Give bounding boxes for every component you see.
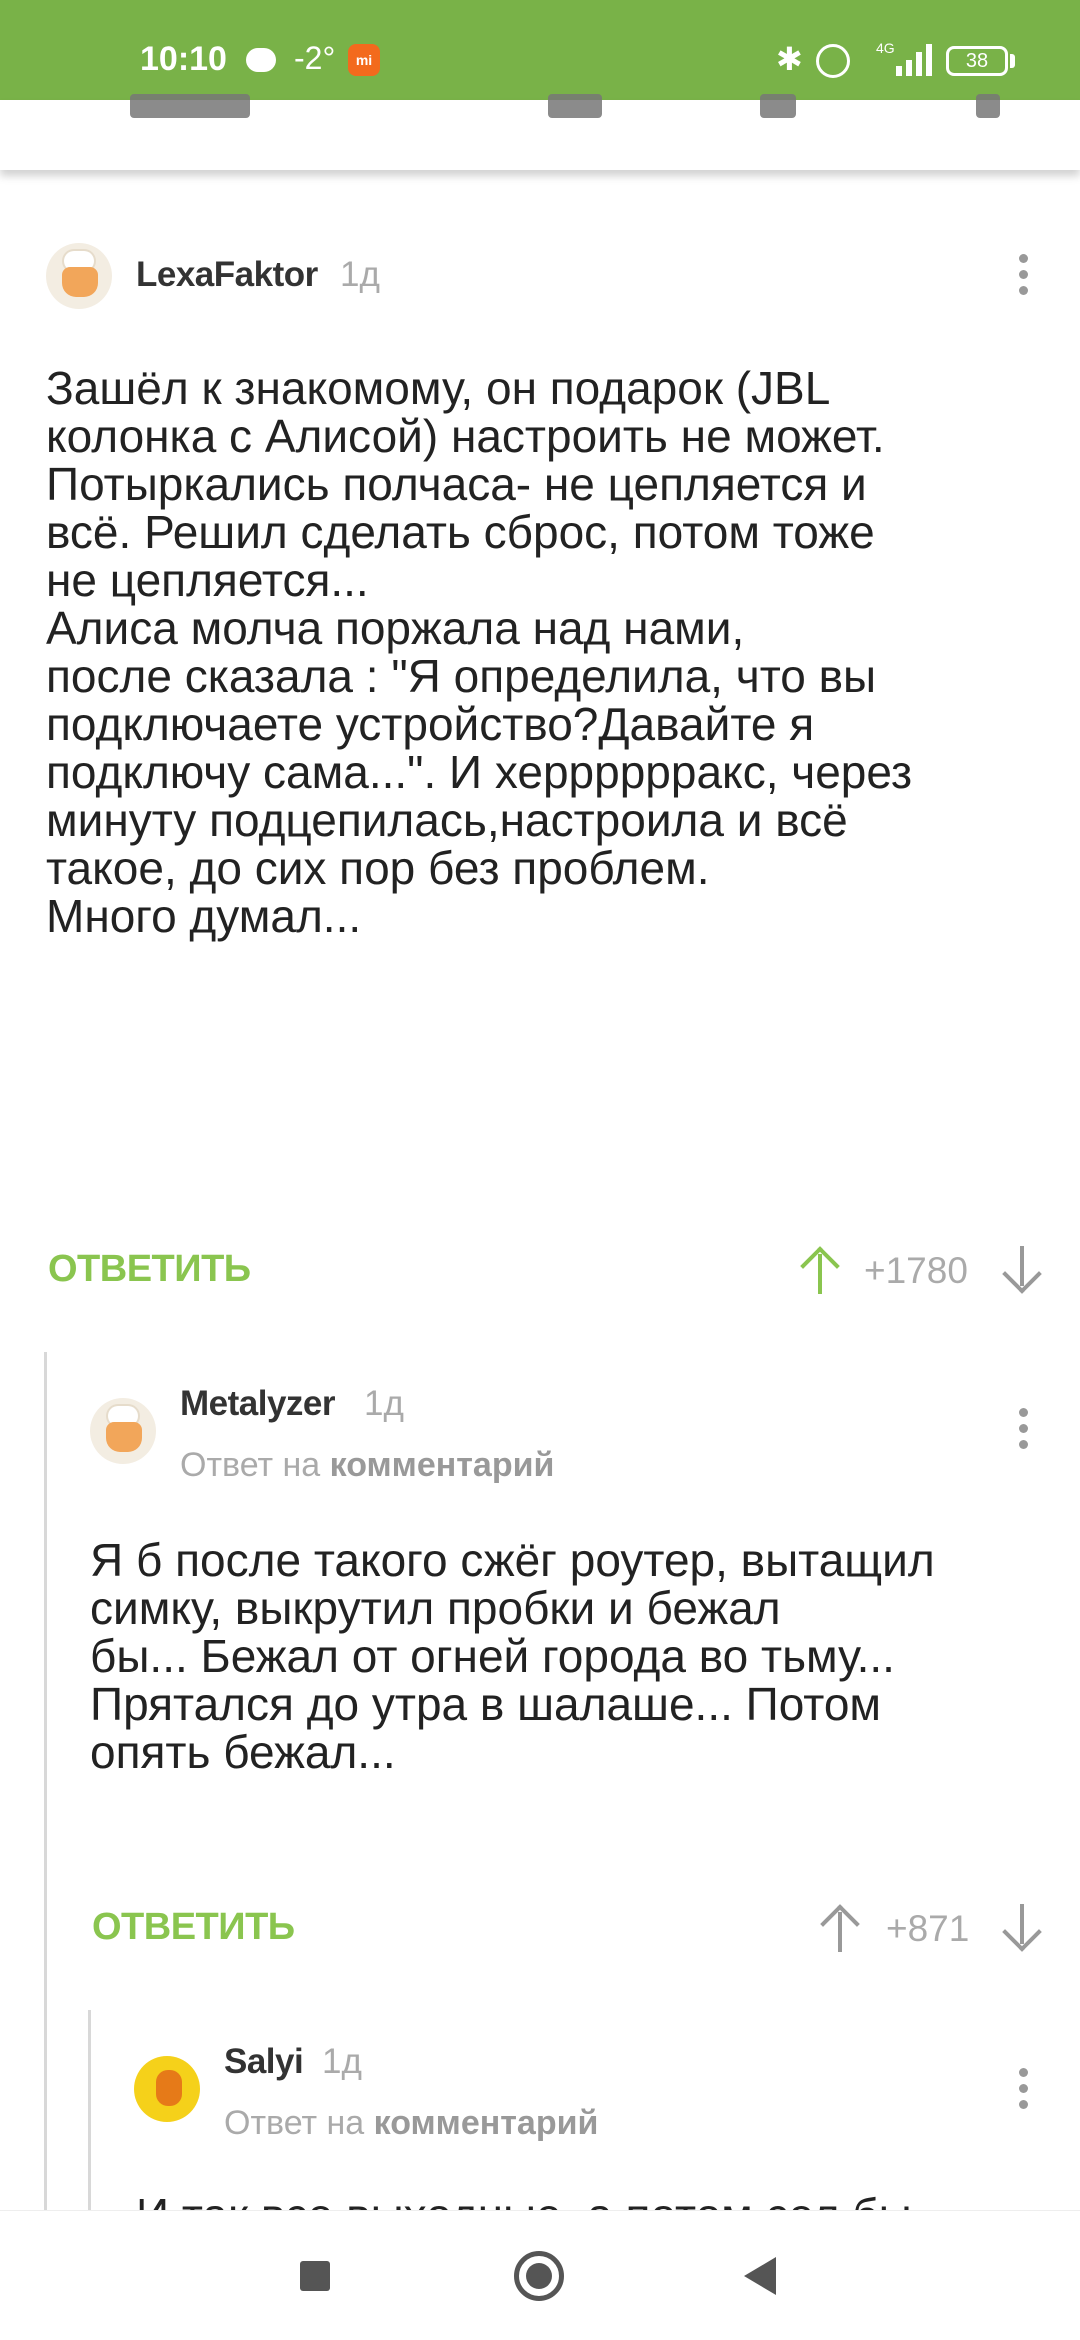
comment-author[interactable]: LexaFaktor (136, 255, 318, 295)
downvote-icon[interactable] (1002, 1904, 1042, 1954)
more-options-icon[interactable] (1016, 2064, 1030, 2114)
reply-to[interactable]: Ответ на комментарий (224, 2104, 598, 2143)
reply-to-link[interactable]: комментарий (374, 2104, 599, 2142)
thread-line[interactable] (88, 2010, 91, 2210)
comment-line: минуту подцепилась,настроила и всё (46, 794, 848, 846)
reply-button[interactable]: ОТВЕТИТЬ (48, 1248, 251, 1291)
upvote-icon[interactable] (800, 1246, 840, 1296)
alarm-icon (816, 44, 850, 78)
bluetooth-icon: ✱ (776, 41, 803, 77)
comment-author[interactable]: Metalyzer (180, 1384, 336, 1424)
thread-line[interactable] (44, 1352, 47, 2212)
back-button[interactable] (744, 2257, 776, 2295)
comment-score: +1780 (864, 1250, 968, 1291)
comment-line: симку, выкрутил пробки и бежал (90, 1582, 781, 1634)
reply-to-prefix: Ответ на (224, 2104, 365, 2142)
comment-line: Потыркались полчаса- не цепляется и (46, 458, 867, 510)
comment-line: опять бежал... (90, 1726, 396, 1778)
more-options-icon[interactable] (1016, 1404, 1030, 1454)
reply-to-prefix: Ответ на (180, 1446, 321, 1484)
reply-to-link[interactable]: комментарий (330, 1446, 555, 1484)
comment-line: после сказала : "Я определила, что вы (46, 650, 877, 702)
recents-button[interactable] (300, 2261, 330, 2291)
signal-icon (896, 44, 936, 76)
comment-author[interactable]: Salyi (224, 2042, 304, 2082)
comment-body: Я б после такого сжёг роутер, вытащил си… (90, 1536, 935, 1776)
message-icon (246, 48, 276, 72)
comment-body: Зашёл к знакомому, он подарок (JBL колон… (46, 364, 912, 940)
save-icon[interactable] (760, 94, 796, 118)
status-temperature: -2° (294, 40, 336, 76)
downvote-icon[interactable] (1002, 1246, 1042, 1296)
system-nav-bar (0, 2210, 1080, 2340)
comment-line: Алиса молча поржала над нами, (46, 602, 745, 654)
reply-button[interactable]: ОТВЕТИТЬ (92, 1906, 295, 1949)
comment-body-cut: И так все выходные, а потом сел бы (136, 2188, 912, 2210)
comment-age: 1д (322, 2042, 362, 2081)
comment-line: бы... Бежал от огней города во тьму... (90, 1630, 895, 1682)
comment-line: колонка с Алисой) настроить не может. (46, 410, 885, 462)
comment-line: такое, до сих пор без проблем. (46, 842, 710, 894)
home-button[interactable] (514, 2251, 564, 2301)
comment-line: Я б после такого сжёг роутер, вытащил (90, 1534, 935, 1586)
battery-cap (1010, 54, 1015, 68)
status-time: 10:10 (140, 40, 227, 78)
avatar[interactable] (46, 243, 112, 309)
mi-app-icon: mi (348, 44, 380, 76)
avatar[interactable] (134, 2056, 200, 2122)
comment-line: не цепляется... (46, 554, 369, 606)
avatar[interactable] (90, 1398, 156, 1464)
comments-icon[interactable] (548, 94, 602, 118)
comment-line: подключаете устройство?Давайте я (46, 698, 815, 750)
status-bar: 10:10 -2° mi ✱ 4G 38 (0, 0, 1080, 100)
upvote-icon[interactable] (820, 1904, 860, 1954)
battery-icon: 38 (946, 46, 1008, 76)
comment-score: +871 (886, 1908, 970, 1949)
more-options-icon[interactable] (1016, 250, 1030, 300)
comment-age: 1д (364, 1384, 404, 1423)
comment-age: 1д (340, 255, 380, 294)
comment-line: подключу сама...". И херррррракс, через (46, 746, 913, 798)
comment-line: Много думал... (46, 890, 362, 942)
comment-line: всё. Решил сделать сброс, потом тоже (46, 506, 875, 558)
comment-line: Прятался до утра в шалаше... Потом (90, 1678, 882, 1730)
reply-to[interactable]: Ответ на комментарий (180, 1446, 554, 1485)
share-icon[interactable] (976, 94, 1000, 118)
network-type: 4G (876, 40, 895, 56)
post-action-bar (0, 94, 1080, 170)
post-action-icon[interactable] (130, 94, 250, 118)
comment-line: Зашёл к знакомому, он подарок (JBL (46, 362, 831, 414)
